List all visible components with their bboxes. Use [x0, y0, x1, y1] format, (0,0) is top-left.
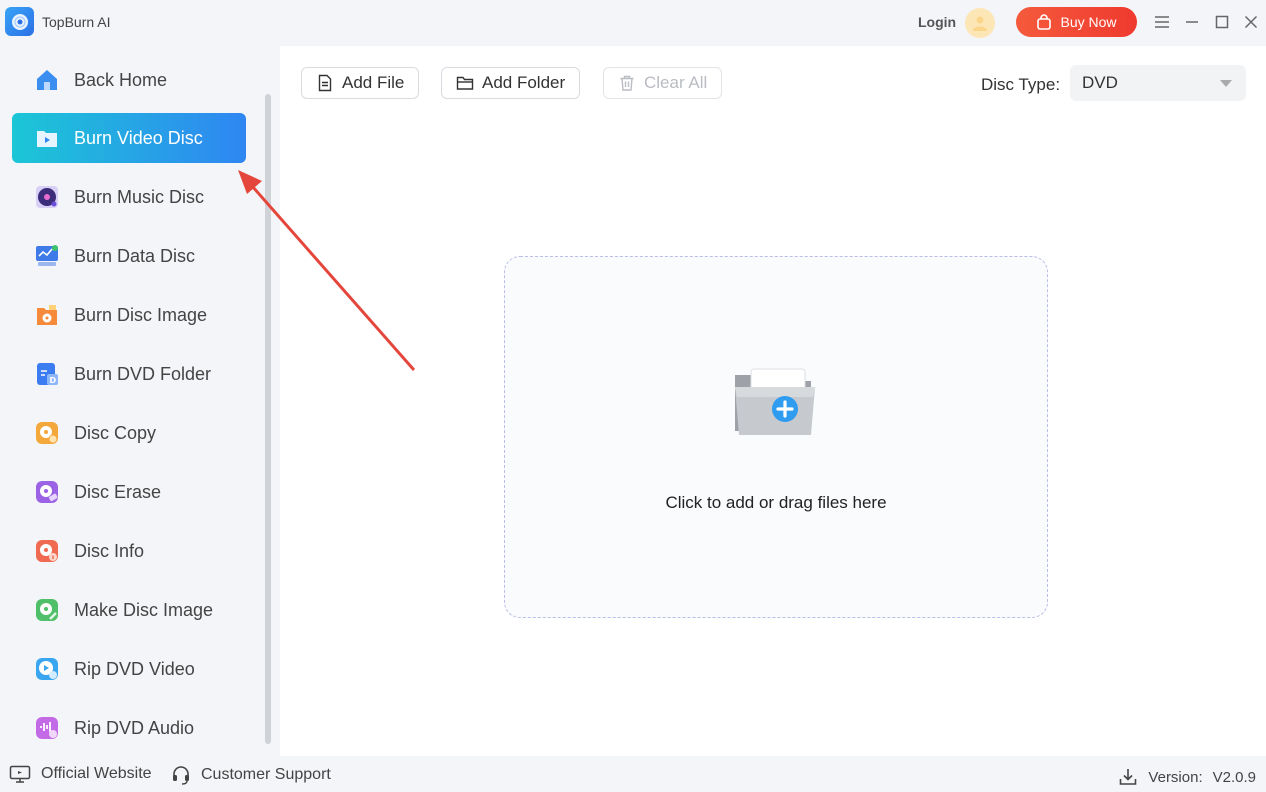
chevron-down-icon [1220, 80, 1232, 87]
status-bar: Official Website Customer Support Versio… [0, 756, 1266, 792]
sidebar-item-burn-video-disc[interactable]: Burn Video Disc [12, 113, 246, 163]
add-folder-button[interactable]: Add Folder [441, 67, 581, 99]
menu-icon[interactable] [1152, 12, 1172, 32]
sidebar-item-burn-disc-image[interactable]: Burn Disc Image [12, 290, 246, 340]
music-disc-icon [33, 183, 61, 211]
sidebar-item-rip-dvd-video[interactable]: Rip DVD Video [12, 644, 246, 694]
close-icon[interactable] [1241, 12, 1261, 32]
sidebar-item-label: Disc Info [74, 540, 145, 561]
disc-type-label: Disc Type: [981, 75, 1061, 94]
clear-all-button[interactable]: Clear All [603, 67, 723, 99]
disc-copy-icon [33, 419, 61, 447]
login-link[interactable]: Login [918, 14, 956, 30]
folder-icon [456, 76, 474, 90]
data-disc-icon [33, 242, 61, 270]
customer-support-label: Customer Support [201, 766, 331, 783]
monitor-icon [9, 765, 31, 783]
sidebar-item-label: Rip DVD Audio [74, 717, 195, 738]
sidebar-item-disc-erase[interactable]: Disc Erase [12, 467, 246, 517]
app-logo-icon [5, 7, 34, 36]
buy-now-label: Buy Now [1060, 14, 1117, 30]
sidebar-item-label: Disc Erase [74, 481, 162, 502]
home-icon [33, 66, 61, 94]
sidebar-item-label: Burn DVD Folder [74, 363, 212, 384]
sidebar-item-label: Burn Video Disc [74, 127, 203, 148]
video-disc-icon [33, 124, 61, 152]
add-file-label: Add File [342, 73, 405, 92]
version-value: V2.0.9 [1212, 768, 1256, 786]
svg-text:D: D [50, 376, 57, 385]
disc-image-icon [33, 301, 61, 329]
sidebar-item-label: Burn Disc Image [74, 304, 208, 325]
sidebar-item-burn-music-disc[interactable]: Burn Music Disc [12, 172, 246, 222]
sidebar-item-burn-dvd-folder[interactable]: D Burn DVD Folder [12, 349, 246, 399]
sidebar-item-label: Burn Data Disc [74, 245, 196, 266]
official-website-label: Official Website [41, 765, 152, 782]
minimize-icon[interactable] [1182, 12, 1202, 32]
clear-all-label: Clear All [644, 73, 708, 92]
app-title: TopBurn AI [42, 14, 111, 30]
add-folder-label: Add Folder [482, 73, 566, 92]
sidebar-item-label: Make Disc Image [74, 599, 214, 620]
sidebar-item-burn-data-disc[interactable]: Burn Data Disc [12, 231, 246, 281]
sidebar-item-make-disc-image[interactable]: Make Disc Image [12, 585, 246, 635]
sidebar-item-rip-dvd-audio[interactable]: Rip DVD Audio [12, 703, 246, 753]
file-drop-zone[interactable]: Click to add or drag files here [504, 256, 1048, 618]
add-folder-icon [729, 361, 825, 443]
disc-type-value: DVD [1082, 73, 1118, 92]
maximize-icon[interactable] [1212, 12, 1232, 32]
main-panel: Add File Add Folder Clear All Disc Type:… [280, 46, 1266, 756]
version-label: Version: [1148, 768, 1203, 786]
dvd-folder-icon: D [33, 360, 61, 388]
title-bar: TopBurn AI Login Buy Now [0, 0, 1266, 44]
sidebar-item-label: Disc Copy [74, 422, 157, 443]
customer-support-link[interactable]: Customer Support [171, 765, 331, 785]
shopping-bag-icon [1037, 14, 1052, 30]
sidebar: Back Home Burn Video Disc Burn Music Dis… [0, 46, 272, 756]
sidebar-item-back-home[interactable]: Back Home [12, 55, 246, 105]
headset-icon [173, 766, 189, 785]
sidebar-item-disc-copy[interactable]: Disc Copy [12, 408, 246, 458]
sidebar-item-label: Back Home [74, 69, 168, 90]
make-disc-image-icon [33, 596, 61, 624]
sidebar-item-disc-info[interactable]: Disc Info [12, 526, 246, 576]
official-website-link[interactable]: Official Website [9, 765, 152, 783]
sidebar-scrollbar[interactable] [265, 94, 271, 744]
add-file-button[interactable]: Add File [301, 67, 420, 99]
disc-type-select[interactable]: DVD [1070, 65, 1246, 101]
trash-icon [620, 75, 634, 91]
disc-info-icon [33, 537, 61, 565]
rip-audio-icon [33, 714, 61, 742]
rip-video-icon [33, 655, 61, 683]
buy-now-button[interactable]: Buy Now [1016, 7, 1137, 37]
avatar-icon[interactable] [965, 8, 995, 38]
download-icon[interactable] [1118, 767, 1138, 787]
sidebar-item-label: Burn Music Disc [74, 186, 205, 207]
version-info: Version: V2.0.9 [1118, 767, 1256, 787]
disc-erase-icon [33, 478, 61, 506]
sidebar-item-label: Rip DVD Video [74, 658, 195, 679]
drop-zone-text: Click to add or drag files here [665, 493, 887, 512]
file-icon [318, 74, 332, 92]
